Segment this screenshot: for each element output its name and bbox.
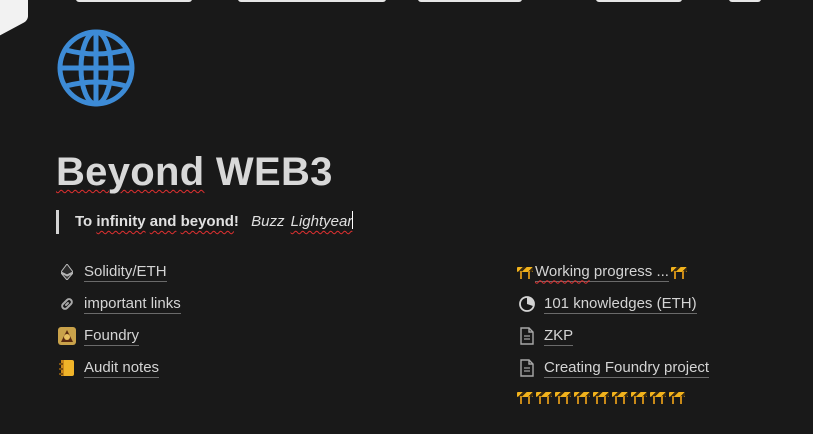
link-solidity-eth[interactable]: Solidity/ETH (57, 260, 167, 284)
notion-page: Beyond WEB3 To infinity and beyond! Buzz… (0, 0, 813, 434)
link-label: 101 knowledges (ETH) (544, 294, 697, 314)
link-label: Solidity/ETH (84, 262, 167, 282)
quote-word-4: beyond (180, 213, 234, 230)
globe-icon[interactable] (56, 28, 136, 108)
link-label-rest: progress ... (593, 262, 669, 280)
link-101-knowledges[interactable]: 101 knowledges (ETH) (517, 292, 697, 316)
quote-author-last: Lightyear (290, 213, 353, 230)
quote-word-3: and (149, 213, 177, 230)
link-label: Audit notes (84, 358, 160, 378)
header-tab-4[interactable] (596, 0, 682, 2)
construction-icon (670, 265, 687, 279)
construction-icon (612, 390, 628, 404)
progress-circle-icon (517, 294, 537, 314)
link-label: Creating Foundry project (544, 358, 710, 378)
ethereum-icon (57, 262, 77, 282)
title-word-2: WEB3 (215, 150, 333, 194)
link-creating-foundry-project[interactable]: Creating Foundry project (517, 356, 710, 380)
link-icon (57, 294, 77, 314)
page-icon (517, 326, 537, 346)
link-label: ZKP (544, 326, 574, 346)
title-word-1: Beyond (56, 150, 205, 194)
construction-icon (555, 390, 571, 404)
sidebar-toggle-shape[interactable] (0, 0, 28, 40)
link-working-progress[interactable]: Working progress ... (517, 260, 687, 284)
quote-word-1: To (75, 213, 93, 230)
construction-icon (593, 390, 609, 404)
quote-word-2: infinity (96, 213, 146, 230)
quote-block[interactable]: To infinity and beyond! Buzz Lightyear (56, 210, 354, 234)
link-label: Working progress ... (535, 263, 669, 282)
page-title[interactable]: Beyond WEB3 (56, 150, 333, 195)
header-tab-2[interactable] (238, 0, 386, 2)
construction-icon (536, 390, 552, 404)
link-label-word: Working (535, 262, 590, 280)
header-tab-5[interactable] (729, 0, 761, 2)
construction-icon (517, 390, 533, 404)
foundry-icon (57, 326, 77, 346)
construction-icon (517, 265, 533, 279)
link-important-links[interactable]: important links (57, 292, 181, 316)
construction-icon (631, 390, 647, 404)
construction-icon (650, 390, 666, 404)
construction-icon (574, 390, 590, 404)
construction-barrier-row (517, 390, 685, 408)
link-foundry[interactable]: Foundry (57, 324, 140, 348)
text-cursor (352, 211, 354, 229)
link-label: important links (84, 294, 181, 314)
link-audit-notes[interactable]: Audit notes (57, 356, 160, 380)
header-tab-3[interactable] (418, 0, 522, 2)
link-zkp[interactable]: ZKP (517, 324, 574, 348)
header-tab-1[interactable] (76, 0, 192, 2)
link-label: Foundry (84, 326, 140, 346)
construction-icon (669, 390, 685, 404)
quote-punct: ! (233, 213, 239, 230)
notebook-icon (57, 358, 77, 378)
quote-author-first: Buzz (251, 213, 285, 230)
page-icon (517, 358, 537, 378)
